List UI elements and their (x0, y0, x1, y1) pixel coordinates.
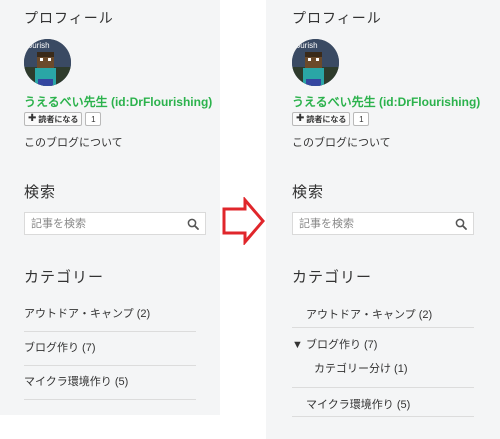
category-item[interactable]: アウトドア・キャンプ (2) (24, 298, 196, 332)
category-item[interactable]: アウトドア・キャンプ (2) (306, 306, 432, 322)
category-item[interactable]: マイクラ環境作り (5) (24, 366, 196, 400)
search-box (24, 212, 206, 235)
search-icon[interactable] (453, 216, 469, 232)
plus-icon: ✚ (28, 113, 37, 124)
plus-icon: ✚ (296, 113, 305, 124)
category-divider (292, 387, 474, 388)
subscribe-button[interactable]: ✚ 読者になる (24, 112, 83, 126)
subscriber-count: 1 (85, 112, 102, 126)
subscribe-button[interactable]: ✚ 読者になる (292, 112, 351, 126)
search-input[interactable] (25, 213, 185, 234)
avatar-image: lourish (24, 39, 71, 86)
category-list: アウトドア・キャンプ (2) ブログ作り (7) マイクラ環境作り (5) (24, 298, 196, 400)
search-title: 検索 (292, 184, 325, 201)
category-divider (292, 327, 474, 328)
category-title: カテゴリー (24, 269, 105, 286)
reader-row: ✚ 読者になる 1 (24, 112, 102, 126)
search-box (292, 212, 474, 235)
right-arrow-icon (222, 197, 265, 245)
category-divider (292, 416, 474, 417)
category-item-expanded[interactable]: ▼ ブログ作り (7) (292, 336, 377, 352)
subscribe-button-label: 読者になる (38, 114, 79, 124)
search-title: 検索 (24, 184, 57, 201)
avatar[interactable]: lourish (292, 39, 339, 86)
avatar-text: lourish (26, 41, 50, 50)
profile-title: プロフィール (24, 10, 114, 26)
category-item[interactable]: マイクラ環境作り (5) (306, 396, 410, 412)
avatar[interactable]: lourish (24, 39, 71, 86)
reader-row: ✚ 読者になる 1 (292, 112, 370, 126)
avatar-text: lourish (294, 41, 318, 50)
category-item[interactable]: ブログ作り (7) (24, 332, 196, 366)
search-input[interactable] (293, 213, 453, 234)
category-title: カテゴリー (292, 269, 373, 286)
search-icon[interactable] (185, 216, 201, 232)
subscribe-button-label: 読者になる (306, 114, 347, 124)
profile-name-link[interactable]: うえるべい先生 (id:DrFlourishing) (292, 93, 480, 110)
subscriber-count: 1 (353, 112, 370, 126)
category-subitem[interactable]: カテゴリー分け (1) (314, 360, 408, 376)
profile-name-link[interactable]: うえるべい先生 (id:DrFlourishing) (24, 93, 212, 110)
profile-title: プロフィール (292, 10, 382, 26)
avatar-image: lourish (292, 39, 339, 86)
sidebar-before: プロフィール lourish うえるべい先生 (id:DrFlourishing… (0, 0, 220, 415)
about-blog-link[interactable]: このブログについて (292, 134, 391, 150)
sidebar-after: プロフィール lourish うえるべい先生 (id:DrFlourishing… (266, 0, 500, 439)
about-blog-link[interactable]: このブログについて (24, 134, 123, 150)
